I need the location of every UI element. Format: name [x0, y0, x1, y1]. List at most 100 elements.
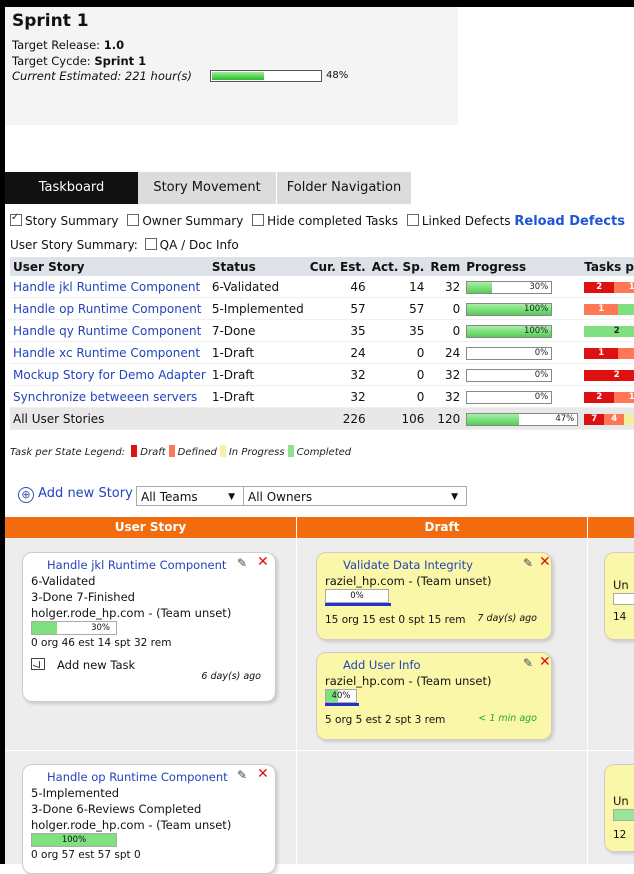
edit-icon[interactable]: ✎	[237, 768, 247, 782]
task-card-age: < 1 min ago	[478, 713, 537, 724]
owners-select[interactable]: All Owners ▼	[243, 486, 467, 506]
story-card-title[interactable]: Handle op Runtime Component	[47, 769, 267, 785]
delete-icon[interactable]: ✕	[257, 554, 269, 570]
tasks-per-state-bar: 2	[584, 369, 634, 381]
progress-bar: 47%	[466, 412, 579, 426]
story-card-tasks: 3-Done 7-Finished	[31, 590, 135, 604]
chevron-down-icon: ▼	[228, 492, 235, 502]
rem: 24	[427, 341, 464, 364]
progress-cell: 30%	[463, 276, 582, 298]
qa-doc-checkbox[interactable]	[144, 238, 157, 250]
table-header: User Story Status Cur. Est. Act. Sp. Rem…	[10, 257, 634, 276]
act-sp: 35	[368, 319, 428, 342]
add-new-story-button[interactable]: ⊕ Add new Story	[18, 486, 133, 508]
sprint-title: Sprint 1	[12, 11, 89, 31]
story-card-progress: 100%	[31, 833, 117, 847]
table-row: Handle qy Runtime Component 7-Done 35 35 0 10…	[10, 319, 634, 342]
progress-underline	[325, 703, 359, 706]
column-header-draft: Draft	[297, 517, 587, 538]
progress-cell: 0%	[463, 385, 582, 408]
linked-defects-checkbox[interactable]	[406, 214, 419, 226]
rem: 32	[427, 276, 464, 298]
story-link[interactable]: Synchronize betweeen servers	[10, 385, 209, 408]
story-card[interactable]: Handle op Runtime Component ✎ ✕ 5-Implem…	[22, 764, 276, 874]
task-card[interactable]: Validate Data Integrity ✎ ✕ raziel_hp.co…	[316, 552, 552, 640]
legend-label: Task per State Legend:	[10, 447, 126, 458]
hide-completed-checkbox[interactable]	[252, 214, 265, 226]
edit-icon[interactable]: ✎	[523, 656, 533, 670]
story-summary-label: Story Summary	[25, 214, 119, 228]
act-sp: 14	[368, 276, 428, 298]
story-card-owner: holger.rode_hp.com - (Team unset)	[31, 606, 232, 620]
story-card-meta: 0 org 57 est 57 spt 0	[31, 849, 141, 861]
owner-summary-checkbox[interactable]	[127, 214, 140, 226]
story-status: 5-Implemented	[208, 297, 307, 320]
story-status: 1-Draft	[208, 363, 307, 386]
table-row: Handle jkl Runtime Component 6-Validated 4…	[10, 276, 634, 298]
tab-taskboard[interactable]: Taskboard	[5, 172, 138, 204]
story-summary-checkbox[interactable]	[10, 212, 22, 226]
edit-icon[interactable]: ✎	[237, 556, 247, 570]
state-segment: 1	[584, 303, 619, 315]
tab-bar: Taskboard Story Movement Folder Navigati…	[5, 172, 634, 204]
story-link[interactable]: Handle op Runtime Component	[10, 297, 209, 320]
delete-icon[interactable]: ✕	[539, 554, 551, 570]
rem: 0	[427, 297, 464, 320]
task-card-title[interactable]: Validate Data Integrity	[343, 557, 543, 573]
story-link[interactable]: Handle qy Runtime Component	[10, 319, 209, 342]
tasks-per-state-bar: 21	[584, 391, 634, 403]
col-cur-est: Cur. Est.	[306, 257, 369, 276]
progress-underline	[325, 603, 391, 606]
story-card-meta: 0 org 46 est 14 spt 32 rem	[31, 637, 172, 649]
task-card-clipped[interactable]: Un 14	[604, 552, 634, 640]
task-card-clipped[interactable]: Un 12	[604, 764, 634, 852]
table-row: Handle xc Runtime Component 1-Draft 24 0 24 0…	[10, 341, 634, 364]
column-divider	[296, 538, 297, 864]
teams-select[interactable]: All Teams ▼	[136, 486, 244, 506]
story-status: 6-Validated	[208, 276, 307, 298]
task-card-owner: raziel_hp.com - (Team unset)	[325, 574, 492, 588]
story-card[interactable]: Handle jkl Runtime Component ✎ ✕ 6-Valid…	[22, 552, 276, 702]
story-status: 7-Done	[208, 319, 307, 342]
summary-label: User Story Summary:	[10, 238, 138, 252]
cur-est: 24	[306, 341, 369, 364]
state-segment: 2	[584, 369, 634, 381]
clipped-card-meta: 14	[613, 611, 627, 623]
delete-icon[interactable]: ✕	[257, 766, 269, 782]
delete-icon[interactable]: ✕	[539, 654, 551, 670]
tab-folder-navigation[interactable]: Folder Navigation	[277, 172, 411, 204]
cur-est: 46	[306, 276, 369, 298]
story-link[interactable]: Handle xc Runtime Component	[10, 341, 209, 364]
task-card-progress: 0%	[325, 589, 389, 603]
tasks-per-state-bar: 2	[584, 325, 634, 337]
table-row: Mockup Story for Demo Adapter 1-Draft 32 0 3…	[10, 363, 634, 386]
edit-icon[interactable]: ✎	[523, 556, 533, 570]
rem: 0	[427, 319, 464, 342]
progress-cell: 47%	[463, 407, 582, 430]
progress-bar: 0%	[466, 368, 553, 382]
table-row: Synchronize betweeen servers 1-Draft 32 0 32…	[10, 385, 634, 408]
task-card-title[interactable]: Add User Info	[343, 657, 543, 673]
reload-defects-link[interactable]: Reload Defects	[514, 214, 625, 229]
progress-bar: 0%	[466, 346, 553, 360]
state-segment	[624, 413, 634, 425]
col-progress: Progress	[463, 257, 582, 276]
tab-story-movement[interactable]: Story Movement	[138, 172, 276, 204]
progress-cell: 0%	[463, 363, 582, 386]
task-card[interactable]: Add User Info ✎ ✕ raziel_hp.com - (Team …	[316, 652, 552, 740]
hide-completed-label: Hide completed Tasks	[267, 214, 398, 228]
story-link[interactable]: Handle jkl Runtime Component	[10, 276, 209, 298]
estimate-percent: 48%	[326, 70, 349, 81]
legend-swatch	[168, 445, 175, 457]
story-card-age: 6 day(s) ago	[201, 671, 261, 682]
target-release: Target Release: 1.0	[12, 38, 125, 52]
story-link[interactable]: Mockup Story for Demo Adapter	[10, 363, 209, 386]
tasks-per-state-cell: 21	[581, 276, 634, 298]
story-card-status: 5-Implemented	[31, 786, 120, 800]
act-sp: 0	[368, 341, 428, 364]
state-segment: 1	[614, 391, 634, 403]
cur-est: 32	[306, 385, 369, 408]
add-story-icon: ⊕	[18, 487, 34, 503]
state-segment	[618, 347, 634, 359]
story-card-title[interactable]: Handle jkl Runtime Component	[47, 557, 267, 573]
